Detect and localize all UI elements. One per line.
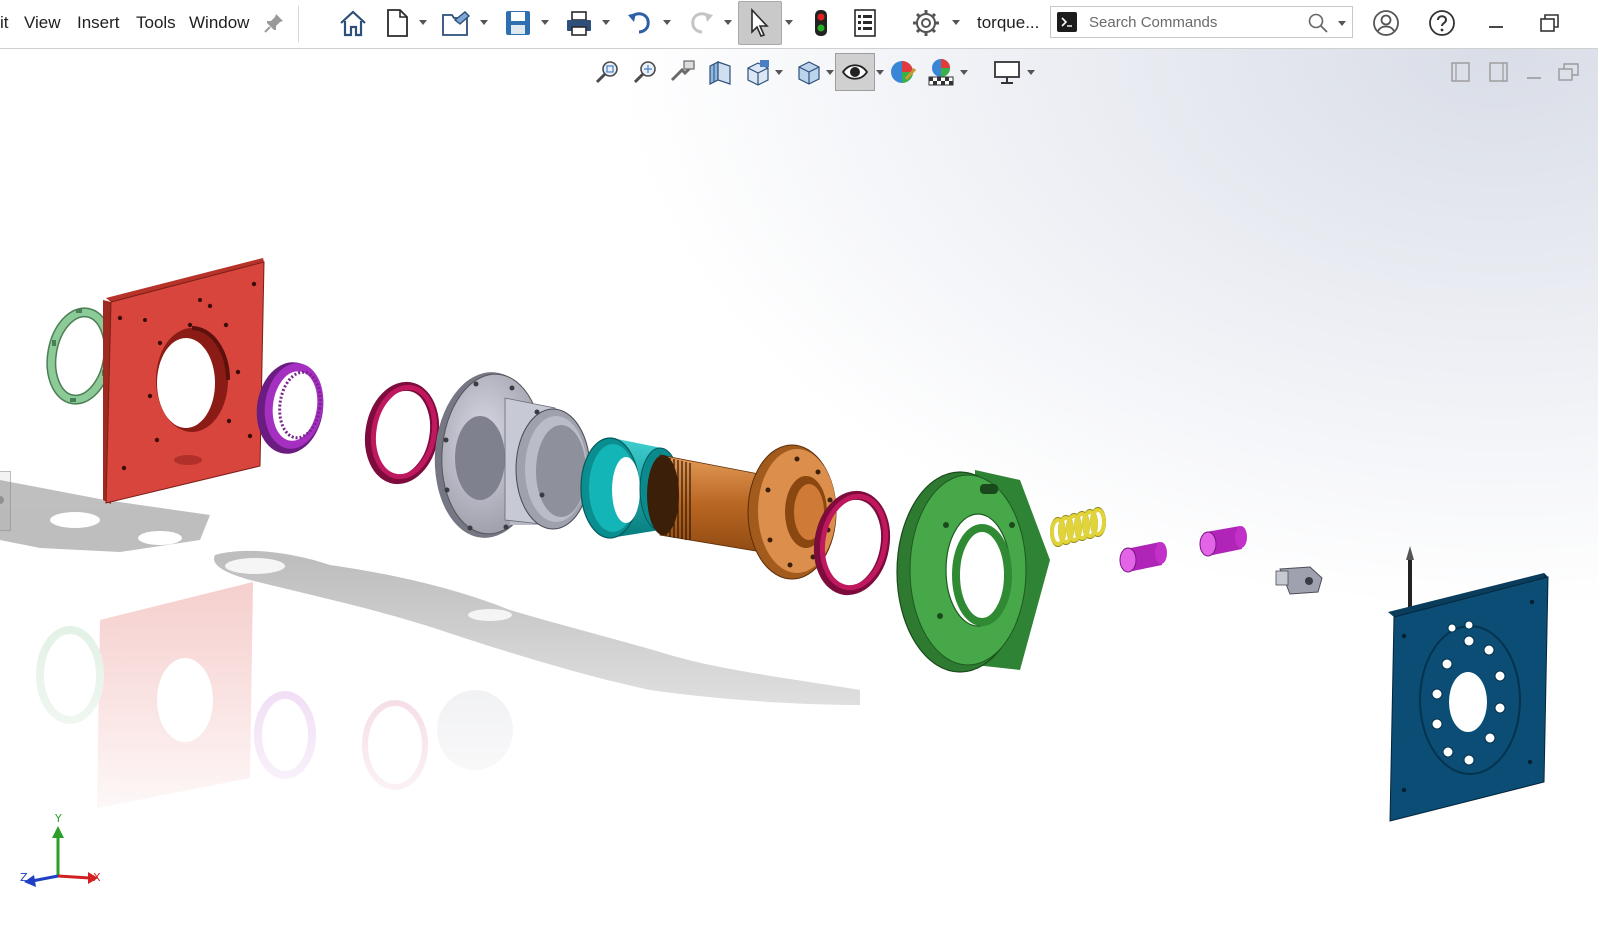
options-gear-icon[interactable] <box>906 4 946 42</box>
save-dropdown[interactable] <box>540 18 550 28</box>
gray-bearing-housing[interactable] <box>429 369 591 542</box>
open-dropdown[interactable] <box>479 18 489 28</box>
options-dropdown[interactable] <box>951 18 961 28</box>
search-commands-input[interactable] <box>1083 7 1309 37</box>
menu-tools[interactable]: Tools <box>136 13 176 33</box>
open-folder-icon[interactable] <box>437 4 477 42</box>
seal-ring-left[interactable] <box>362 381 441 485</box>
red-mounting-plate[interactable] <box>103 258 265 504</box>
new-document-icon[interactable] <box>377 4 417 42</box>
coordinate-triad <box>24 826 98 887</box>
document-title: torque... <box>977 13 1040 32</box>
exploded-assembly-scene <box>0 258 1549 887</box>
gray-link-part[interactable] <box>1275 566 1323 595</box>
menu-view[interactable]: View <box>24 13 61 33</box>
magenta-pin-left[interactable] <box>1119 542 1167 573</box>
file-properties-icon[interactable] <box>845 4 885 42</box>
print-dropdown[interactable] <box>601 18 611 28</box>
select-arrow-icon[interactable] <box>738 1 782 45</box>
graphics-viewport[interactable]: Y X Z <box>0 49 1598 944</box>
magenta-pin-right[interactable] <box>1199 526 1247 557</box>
minimize-icon[interactable] <box>1476 4 1516 42</box>
bronze-threaded-shaft[interactable] <box>647 444 837 580</box>
redo-icon[interactable] <box>681 4 721 42</box>
save-icon[interactable] <box>498 4 538 42</box>
triad-y-label: Y <box>55 812 62 825</box>
toolbar-separator <box>298 6 299 42</box>
command-prompt-icon <box>1057 12 1077 32</box>
triad-z-label: Z <box>20 871 28 884</box>
search-dropdown[interactable] <box>1337 19 1347 29</box>
menu-bar: it View Insert Tools Window torque... Se… <box>0 0 1598 49</box>
redo-dropdown[interactable] <box>723 18 733 28</box>
undo-icon[interactable] <box>620 4 660 42</box>
rebuild-traffic-light-icon[interactable] <box>801 4 841 42</box>
green-clutch-flange[interactable] <box>896 470 1050 673</box>
purple-bearing[interactable] <box>251 358 329 458</box>
blue-end-plate[interactable] <box>1388 546 1549 822</box>
restore-icon[interactable] <box>1530 4 1570 42</box>
select-dropdown[interactable] <box>784 18 794 28</box>
pin-icon[interactable] <box>260 4 288 42</box>
search-icon[interactable] <box>1307 12 1329 39</box>
help-icon[interactable] <box>1422 4 1462 42</box>
search-commands-box[interactable] <box>1050 6 1353 38</box>
user-account-icon[interactable] <box>1366 4 1406 42</box>
home-icon[interactable] <box>333 4 373 42</box>
triad-x-label: X <box>93 871 101 884</box>
menu-edit[interactable]: it <box>0 13 9 33</box>
yellow-spring[interactable] <box>1050 507 1106 547</box>
reflection-fade <box>0 560 900 820</box>
menu-window[interactable]: Window <box>189 13 249 33</box>
print-icon[interactable] <box>559 4 599 42</box>
undo-dropdown[interactable] <box>662 18 672 28</box>
new-document-dropdown[interactable] <box>418 18 428 28</box>
menu-insert[interactable]: Insert <box>77 13 120 33</box>
